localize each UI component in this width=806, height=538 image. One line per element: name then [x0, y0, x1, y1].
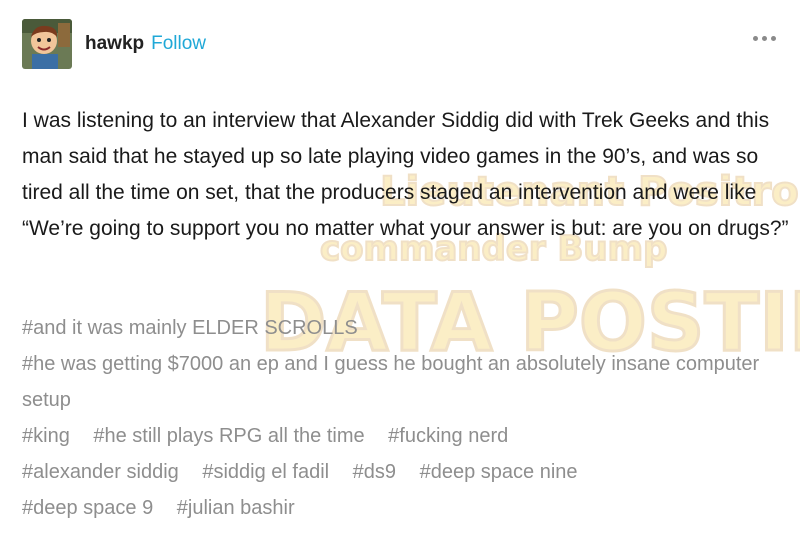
- more-dot: [771, 36, 776, 41]
- tag-line: #king #he still plays RPG all the time #…: [22, 418, 792, 454]
- tag-link[interactable]: #he was getting $7000 an ep and I guess …: [22, 353, 759, 411]
- tag-link[interactable]: #and it was mainly ELDER SCROLLS: [22, 317, 358, 339]
- more-dot: [762, 36, 767, 41]
- tag-link[interactable]: #siddig el fadil: [202, 461, 329, 483]
- tag-link[interactable]: #king: [22, 425, 70, 447]
- post-body: I was listening to an interview that Ale…: [22, 109, 789, 240]
- tag-link[interactable]: #fucking nerd: [388, 425, 508, 447]
- tag-line: #he was getting $7000 an ep and I guess …: [22, 346, 792, 418]
- more-options-icon[interactable]: [753, 36, 776, 41]
- tag-link[interactable]: #julian bashir: [177, 497, 295, 519]
- post-tags: #and it was mainly ELDER SCROLLS #he was…: [22, 310, 792, 526]
- tag-line: #deep space 9 #julian bashir: [22, 490, 792, 526]
- tag-line: #alexander siddig #siddig el fadil #ds9 …: [22, 454, 792, 490]
- follow-button[interactable]: Follow: [151, 33, 206, 55]
- tag-link[interactable]: #deep space nine: [420, 461, 578, 483]
- avatar-cartoon-icon[interactable]: [22, 19, 72, 69]
- more-dot: [753, 36, 758, 41]
- tag-line: #and it was mainly ELDER SCROLLS: [22, 310, 792, 346]
- tag-link[interactable]: #ds9: [353, 461, 396, 483]
- tumblr-post: hawkp Follow Lieutenant Positronic comma…: [0, 0, 806, 538]
- post-author[interactable]: hawkp: [85, 33, 144, 55]
- tag-link[interactable]: #alexander siddig: [22, 461, 179, 483]
- post-header: hawkp Follow: [22, 18, 206, 70]
- tag-link[interactable]: #he still plays RPG all the time: [93, 425, 364, 447]
- tag-link[interactable]: #deep space 9: [22, 497, 153, 519]
